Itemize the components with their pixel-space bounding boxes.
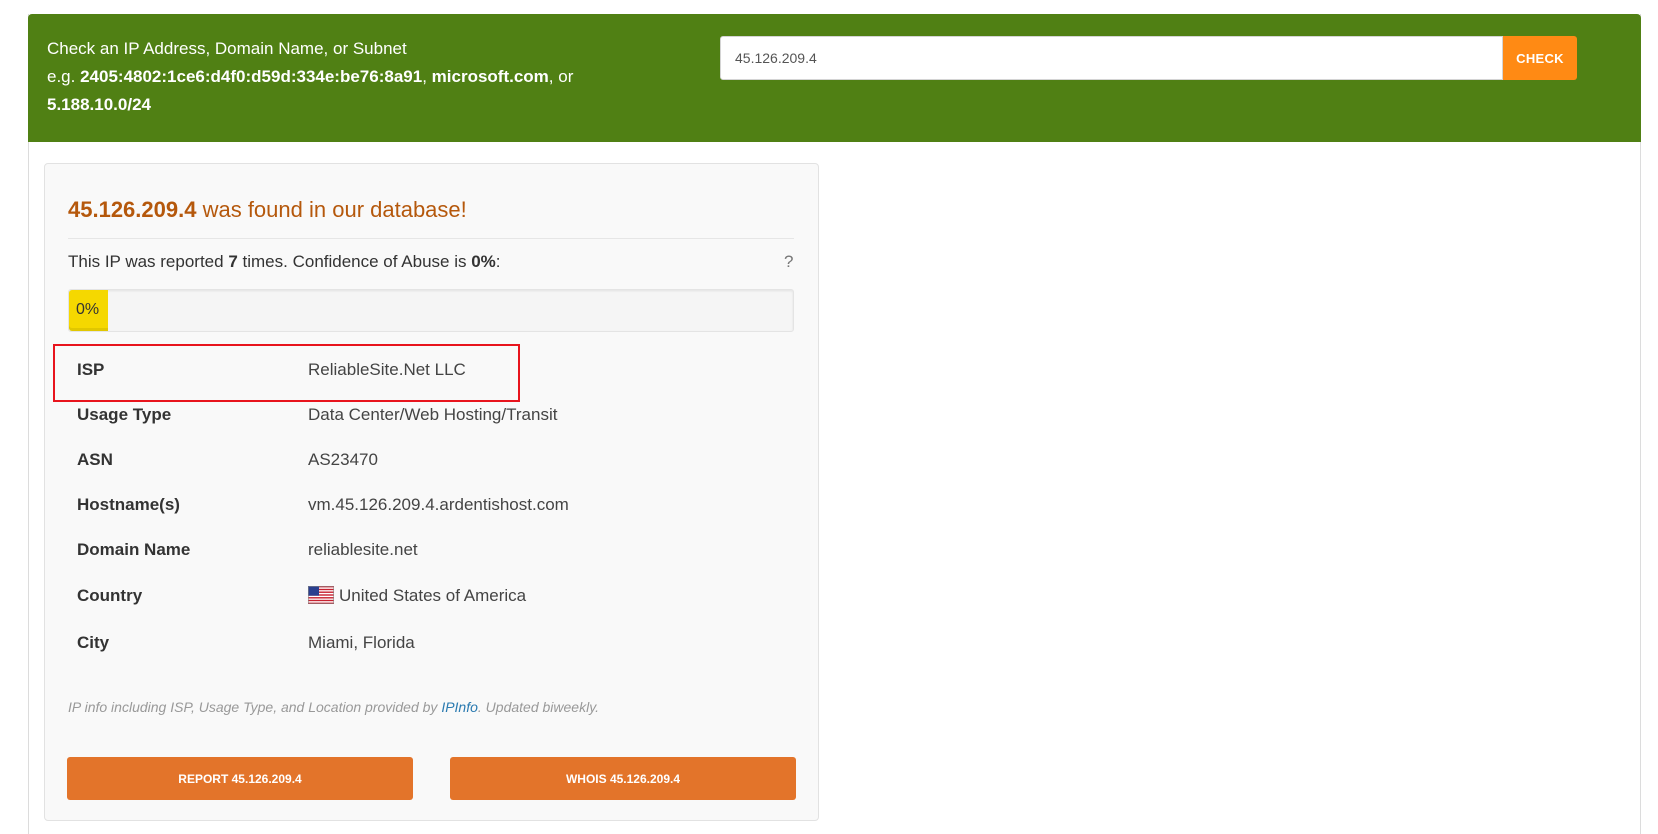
result-panel: 45.126.209.4 was found in our database! … — [44, 163, 819, 821]
info-label: Domain Name — [77, 540, 191, 559]
info-label: City — [77, 633, 110, 652]
search-input[interactable] — [720, 36, 1503, 80]
report-ip-button[interactable]: REPORT 45.126.209.4 — [67, 757, 413, 800]
report-summary: This IP was reported 7 times. Confidence… — [68, 252, 501, 272]
progress-label: 0% — [76, 301, 100, 318]
report-count: 7 — [228, 252, 238, 271]
info-value: ReliableSite.Net LLC — [308, 360, 466, 379]
country-name: United States of America — [339, 586, 527, 605]
report-prefix: This IP was reported — [68, 252, 229, 271]
search-instructions: Check an IP Address, Domain Name, or Sub… — [47, 35, 573, 119]
search-examples: e.g. 2405:4802:1ce6:d4f0:d59d:334e:be76:… — [47, 63, 573, 91]
search-example-subnet: 5.188.10.0/24 — [47, 91, 573, 119]
report-mid: times. Confidence of Abuse is — [237, 252, 472, 271]
data-source-note: IP info including ISP, Usage Type, and L… — [68, 699, 599, 715]
info-label: Usage Type — [77, 405, 172, 424]
search-prompt: Check an IP Address, Domain Name, or Sub… — [47, 39, 407, 58]
footnote-prefix: IP info including ISP, Usage Type, and L… — [68, 699, 442, 715]
whois-button[interactable]: WHOIS 45.126.209.4 — [450, 757, 796, 800]
example-subnet: 5.188.10.0/24 — [47, 95, 151, 114]
footnote-suffix: . Updated biweekly. — [477, 699, 600, 715]
example-or: , or — [548, 67, 574, 86]
info-value-country: United States of America — [308, 586, 526, 606]
result-found-text: was found in our database! — [196, 197, 467, 222]
confidence-progress-bar: 0% — [68, 289, 794, 332]
info-value: vm.45.126.209.4.ardentishost.com — [308, 495, 569, 514]
example-ipv6: 2405:4802:1ce6:d4f0:d59d:334e:be76:8a91 — [80, 67, 423, 86]
ipinfo-link[interactable]: IPInfo — [441, 699, 478, 715]
info-label: Hostname(s) — [77, 495, 180, 514]
title-divider — [68, 238, 794, 239]
search-header: Check an IP Address, Domain Name, or Sub… — [28, 14, 1641, 142]
info-value: Miami, Florida — [308, 633, 415, 652]
help-icon[interactable]: ? — [784, 252, 793, 272]
confidence-value: 0% — [471, 252, 496, 271]
us-flag-icon — [308, 586, 334, 604]
info-value: reliablesite.net — [308, 540, 418, 559]
info-value: Data Center/Web Hosting/Transit — [308, 405, 558, 424]
info-label: ASN — [77, 450, 113, 469]
check-button[interactable]: CHECK — [1503, 36, 1577, 80]
result-ip: 45.126.209.4 — [68, 197, 197, 222]
result-title: 45.126.209.4 was found in our database! — [68, 197, 467, 223]
example-separator: , — [422, 67, 432, 86]
example-domain: microsoft.com — [431, 67, 549, 86]
info-label: ISP — [77, 360, 105, 379]
example-prefix: e.g. — [47, 67, 81, 86]
info-value: AS23470 — [308, 450, 378, 469]
report-suffix: : — [495, 252, 501, 271]
info-label: Country — [77, 586, 143, 605]
